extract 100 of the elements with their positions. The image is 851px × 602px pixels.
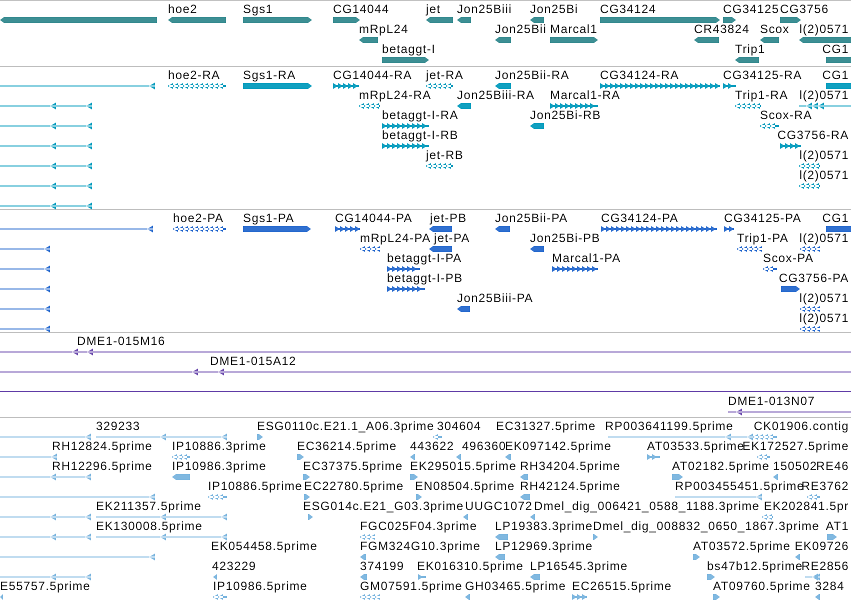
feature-label: EC37375.5prime (303, 460, 403, 472)
feature-label: LP12969.3prime (495, 540, 593, 552)
feature-label: ESG014c.E21_G03.3prime (303, 500, 464, 512)
feature-label: Sgs1 (243, 3, 274, 15)
feature-label: AT03572.5prime (693, 540, 791, 552)
feature-label: Sgs1-RA (243, 69, 296, 81)
feature-label: AT03533.5prime (647, 440, 745, 452)
feature-label: CG1 (822, 43, 849, 55)
feature-label: l(2)0571 (799, 232, 849, 244)
feature-label: GH03465.5prime (465, 580, 566, 592)
feature-label: jet-PA (434, 232, 470, 244)
feature-label: 443622 (410, 440, 454, 452)
feature-label: RH34204.5prime (520, 460, 621, 472)
feature-label: Jon25Biii-RA (457, 89, 535, 101)
feature-label: bs47b12.5prime (707, 560, 803, 572)
feature-label: AT1 (826, 520, 849, 532)
feature-label: CG14044-RA (333, 69, 412, 81)
feature-label: l(2)0571 (799, 312, 849, 324)
feature-label: 423229 (212, 560, 256, 572)
feature-label: mRpL24-RA (359, 89, 432, 101)
feature-label: Trip1-RA (735, 89, 788, 101)
feature-label: Marcal1-PA (552, 252, 621, 264)
feature-label: Dmel_dig_008832_0650_1867.3prime (593, 520, 820, 532)
feature-label: CG3756-PA (778, 272, 849, 284)
feature-label: DME1-015M16 (77, 335, 166, 347)
feature-label: IP10886.3prime (172, 440, 267, 452)
feature-label: hoe2 (168, 3, 198, 15)
feature-label: Scox-RA (760, 109, 812, 121)
feature-label: CG34125-RA (723, 69, 802, 81)
feature-label: RH42124.5prime (520, 480, 621, 492)
feature-label: Scox-PA (763, 252, 814, 264)
feature-label: LP19383.3prime (495, 520, 593, 532)
feature-label: EK09726 (794, 540, 849, 552)
feature-label: 3284 (815, 580, 844, 592)
feature-label: Jon25Biii-PA (457, 292, 534, 304)
feature-label: CG34124 (600, 3, 656, 15)
feature-label: CG34125 (723, 3, 780, 15)
feature-label: AT02182.5prime (672, 460, 770, 472)
feature-label: Dmel_dig_006421_0588_1188.3prime (534, 500, 760, 512)
feature-label: Jon25Bii-PA (495, 212, 568, 224)
feature-label: Marcal1-RA (550, 89, 620, 101)
feature-label: RE2856 (801, 560, 849, 572)
feature-label: CG3756-RA (777, 129, 849, 141)
feature-label: RE46 (816, 460, 849, 472)
feature-label: l(2)0571 (799, 169, 849, 181)
feature-label: 374199 (360, 560, 404, 572)
feature-label: Jon25Bi-PB (530, 232, 600, 244)
feature-label: CG1 (822, 69, 849, 81)
feature-label: CG14044-PA (335, 212, 412, 224)
feature-label: jet-PB (430, 212, 467, 224)
feature-label: Trip1-PA (737, 232, 789, 244)
feature-label: CG34124-RA (600, 69, 680, 81)
feature-label: CG3756 (780, 3, 829, 15)
feature-label: EK172527.5prime (742, 440, 849, 452)
feature-label: CG34125-PA (724, 212, 802, 224)
feature-label: RP003641199.5prime (605, 420, 734, 432)
feature-label: ESG0110c.E21.1_A06.3prime (257, 420, 434, 432)
feature-label: mRpL24-PA (360, 232, 431, 244)
feature-label: RH12296.5prime (52, 460, 153, 472)
feature-label: EK130008.5prime (96, 520, 203, 532)
feature-label: EC31327.5prime (496, 420, 596, 432)
feature-label: EK211357.5prime (96, 500, 202, 512)
feature-label: Sgs1-PA (243, 212, 294, 224)
feature-label: FGC025F04.3prime (360, 520, 478, 532)
feature-label: RH12824.5prime (52, 440, 153, 452)
feature-label: l(2)0571 (799, 292, 849, 304)
feature-label: CK01906.contig (754, 420, 849, 432)
feature-label: IP10886.5prime (208, 480, 303, 492)
feature-label: IP10986.5prime (213, 580, 308, 592)
feature-label: l(2)0571 (799, 149, 849, 161)
feature-label: FGM324G10.3prime (360, 540, 481, 552)
feature-label: l(2)0571 (799, 89, 849, 101)
feature-label: GM07591.5prime (360, 580, 463, 592)
feature-label: 329233 (96, 420, 140, 432)
feature-label: betaggt-I-RA (382, 109, 458, 121)
feature-label: IP10986.3prime (172, 460, 267, 472)
feature-label: UUGC1072 (465, 500, 533, 512)
feature-label: 150502 (773, 460, 818, 472)
feature-label: 496360 (462, 440, 506, 452)
feature-label: hoe2-PA (173, 212, 224, 224)
feature-label: CR43824 (694, 23, 750, 35)
feature-label: CG14044 (333, 3, 390, 15)
feature-label: EK202841.5pr (764, 500, 849, 512)
feature-label: EK097142.5prime (505, 440, 612, 452)
feature-label: Scox (760, 23, 790, 35)
feature-label: betaggt-I-PB (387, 272, 463, 284)
feature-label: 304604 (437, 420, 482, 432)
feature-label: betaggt-I-RB (382, 129, 458, 141)
feature-label: EK295015.5prime (410, 460, 517, 472)
feature-label: hoe2-RA (168, 69, 220, 81)
feature-label: mRpL24 (359, 23, 409, 35)
feature-label: l(2)0571 (799, 23, 849, 35)
feature-label: EC22780.5prime (304, 480, 404, 492)
feature-label: DME1-015A12 (210, 355, 296, 367)
feature-label: EK054458.5prime (211, 540, 318, 552)
feature-label: CG34124-PA (601, 212, 678, 224)
feature-label: AT09760.5prime (713, 580, 811, 592)
feature-label: betaggt-I-PA (387, 252, 462, 264)
feature-label: Trip1 (735, 43, 766, 55)
feature-label: Jon25Bi-RB (530, 109, 602, 121)
